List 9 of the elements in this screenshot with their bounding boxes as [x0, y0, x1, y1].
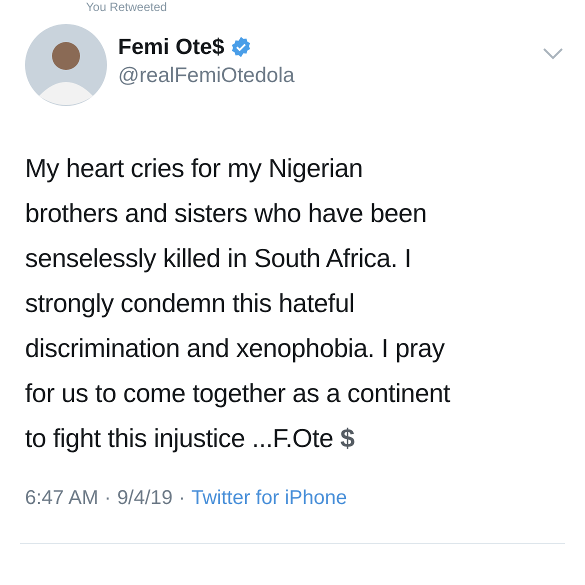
tweet-date: 9/4/19: [117, 486, 173, 511]
tweet-text: My heart cries for my Nigerian brothers and sisters who have been senselessly killed in South Africa. I strongly condemn this hateful discrimination and xenophobia. I pray for us to come together as a continent to fight this injustice ...F.Ote $: [24, 152, 452, 455]
separator-dot: ·: [104, 486, 112, 511]
separator-dot: ·: [178, 486, 186, 511]
avatar[interactable]: [25, 24, 107, 106]
retweet-notice: You Retweeted: [86, 0, 167, 14]
author-handle: @realFemiOtedola: [118, 63, 296, 89]
author-name[interactable]: Femi Ote$: [118, 34, 224, 60]
tweet-time: 6:47 AM: [25, 486, 98, 511]
